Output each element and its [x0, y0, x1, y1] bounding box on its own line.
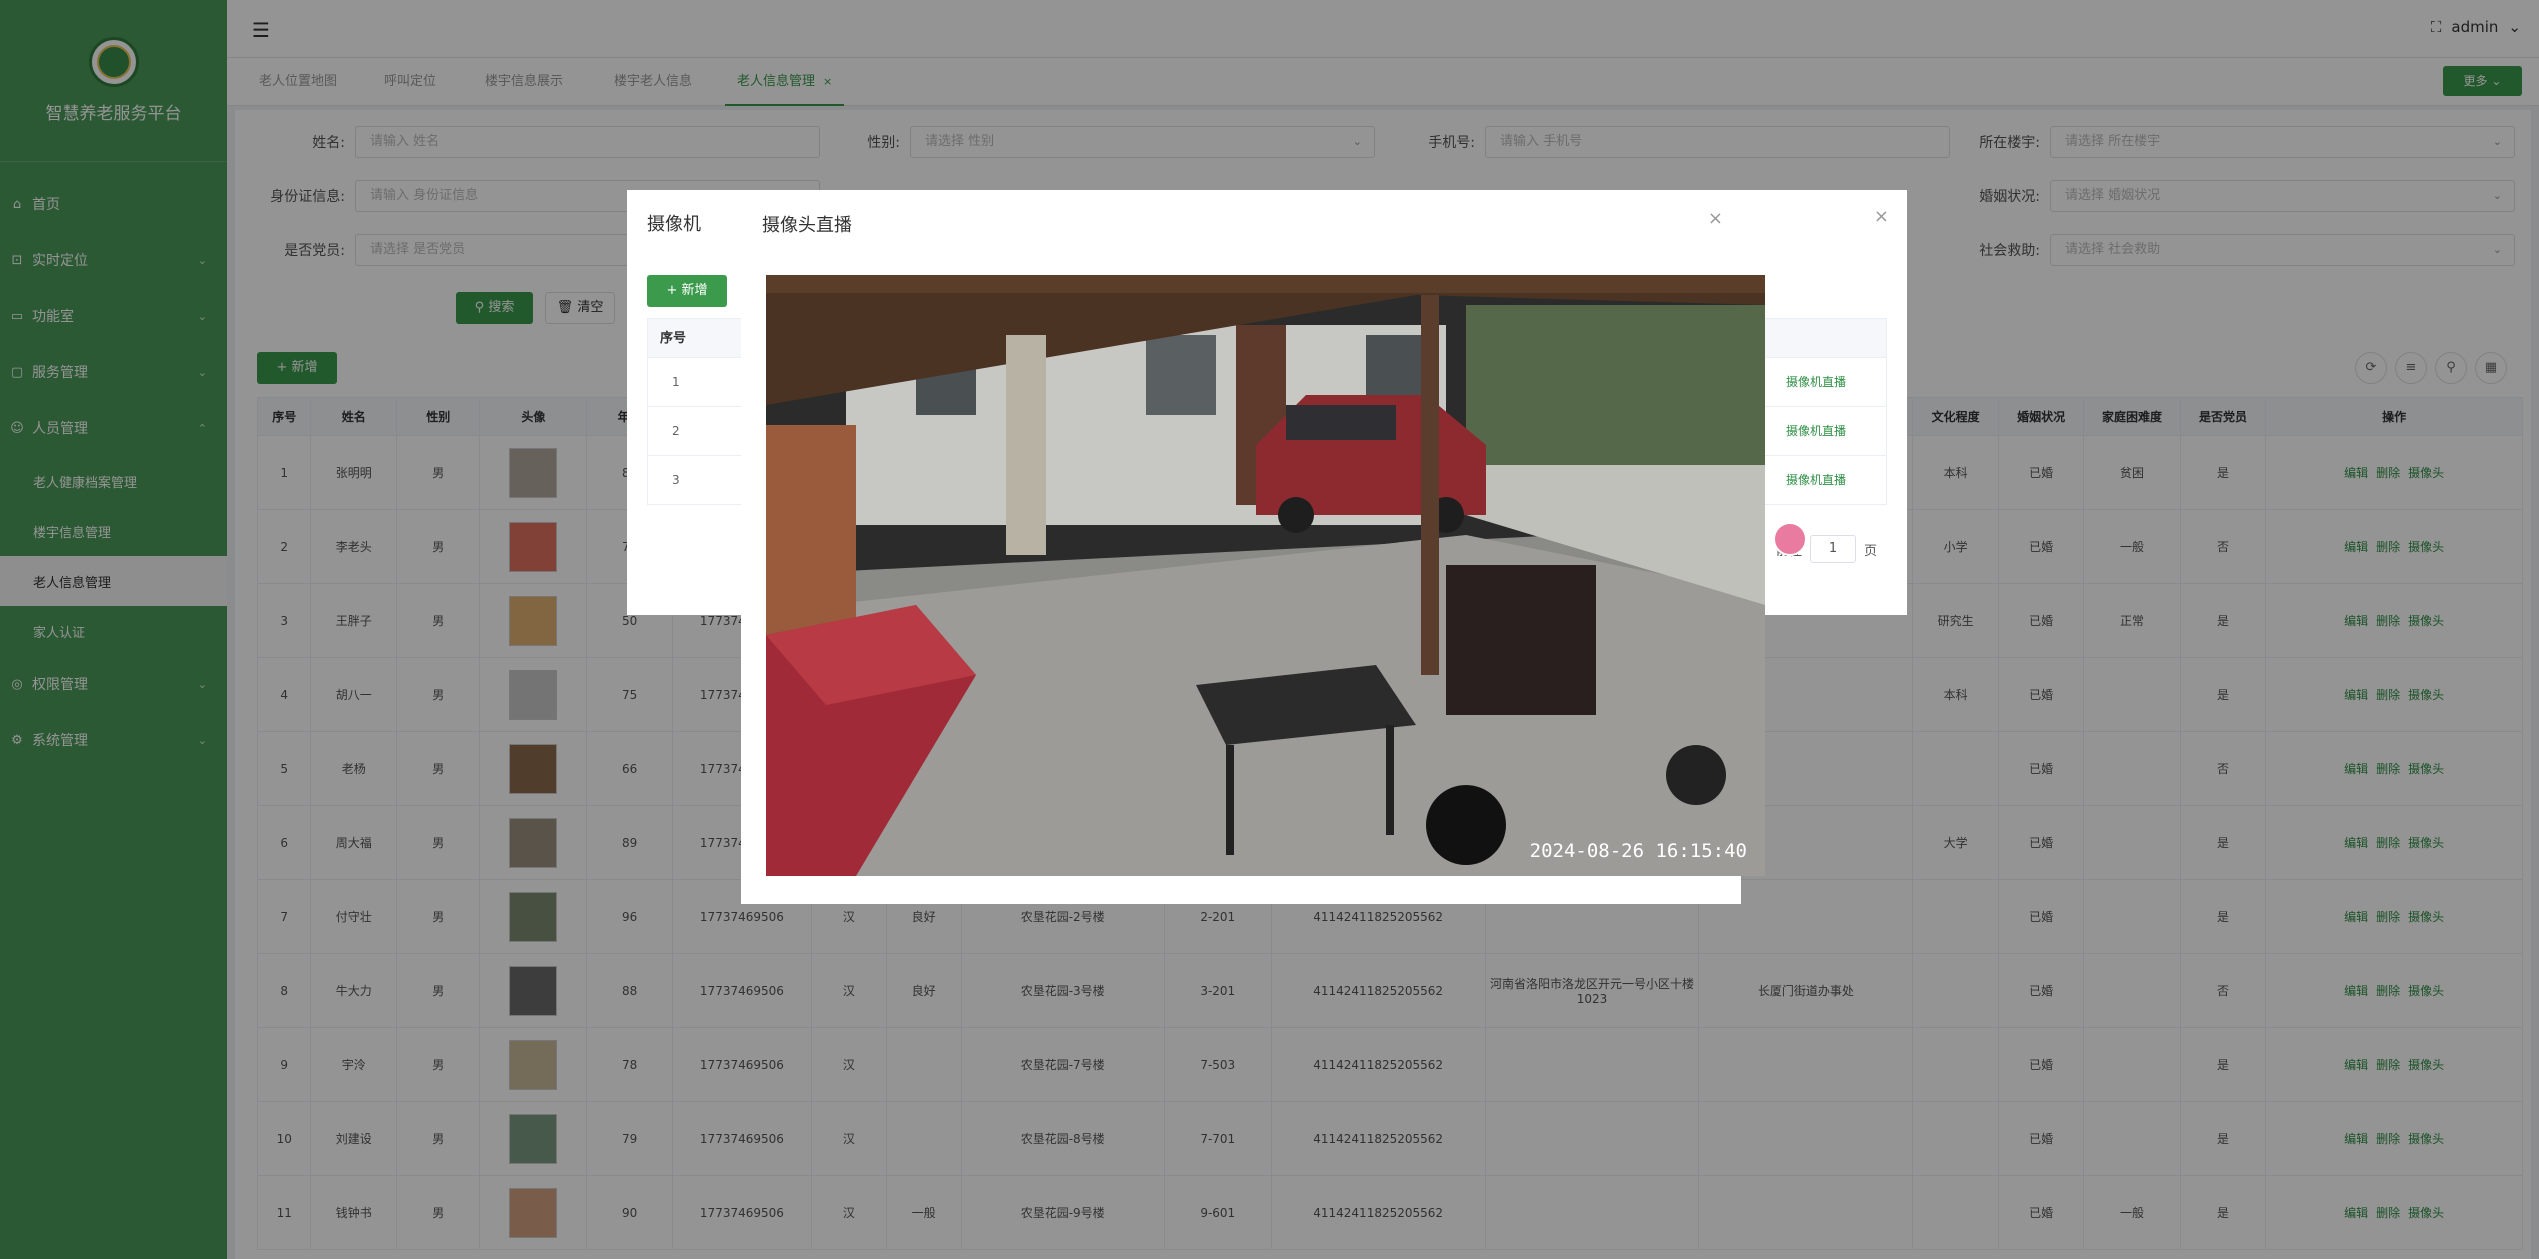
page-input[interactable]: 1	[1809, 535, 1856, 563]
video-timestamp: 2024-08-26 16:15:40	[1529, 840, 1747, 862]
floating-assistant-icon[interactable]	[1773, 522, 1807, 556]
courtyard-scene	[766, 275, 1765, 876]
camera-live-link[interactable]: 摄像机直播	[1786, 358, 1846, 407]
camera-video-feed[interactable]: 2024-08-26 16:15:40	[766, 275, 1765, 876]
close-icon[interactable]: ×	[1708, 208, 1723, 229]
camera-live-link[interactable]: 摄像机直播	[1786, 456, 1846, 505]
live-dialog-title: 摄像头直播	[762, 215, 852, 236]
add-camera-button[interactable]: + 新增	[647, 275, 727, 307]
camera-dialog-title: 摄像机	[647, 214, 701, 235]
close-icon[interactable]: ×	[1874, 206, 1889, 227]
camera-live-link[interactable]: 摄像机直播	[1786, 407, 1846, 456]
live-stream-dialog: 摄像头直播 × 2024-08-26 16:15:40	[741, 191, 1807, 904]
